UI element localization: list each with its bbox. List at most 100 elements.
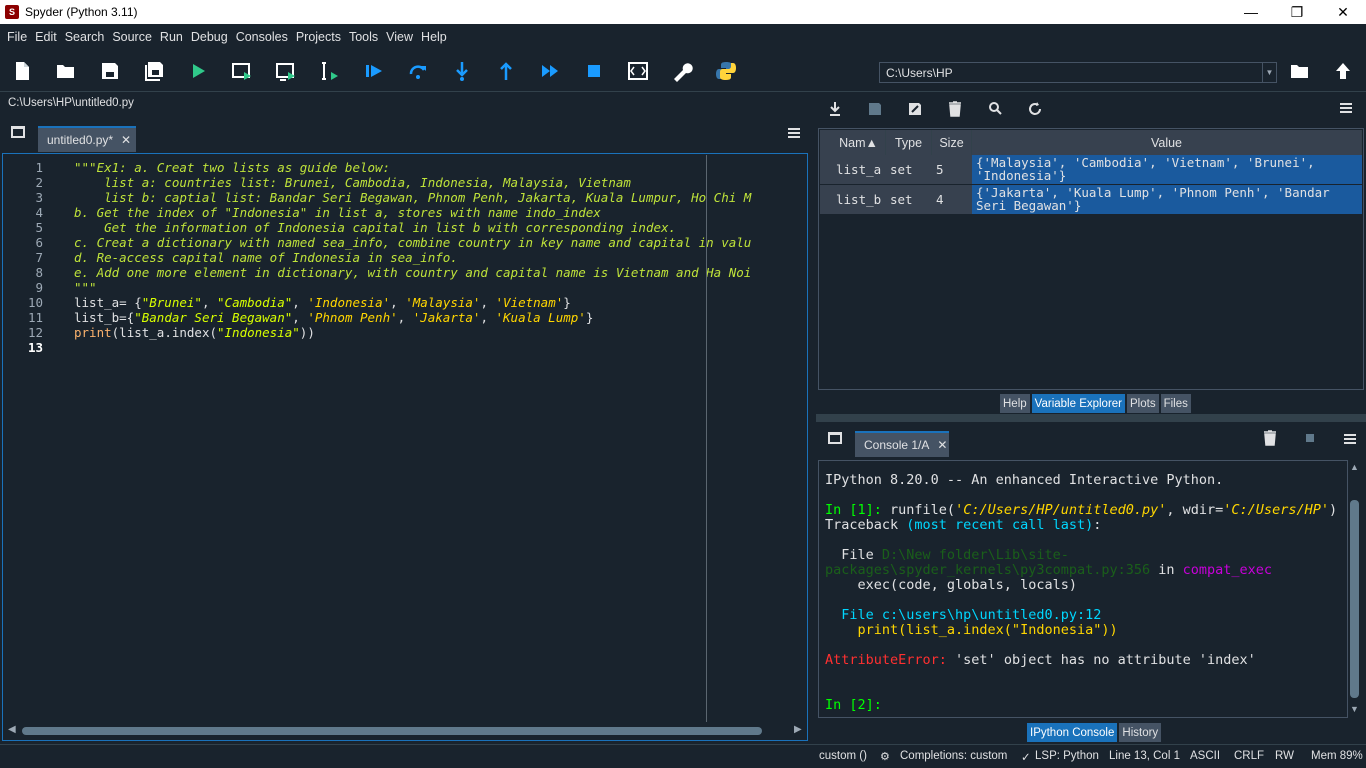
status-eol: CRLF [1234,750,1265,762]
working-directory-combobox[interactable]: C:\Users\HP ▼ [879,62,1277,83]
code-line: e. Add one more element in dictionary, w… [74,265,752,280]
search-icon[interactable] [988,101,1002,117]
error-message: AttributeError: 'set' object has no attr… [825,652,1256,668]
console-prompt[interactable]: In [2]: [825,697,882,713]
tab-ipython-console[interactable]: IPython Console [1027,723,1118,742]
tab-files[interactable]: Files [1160,394,1191,413]
menu-consoles[interactable]: Consoles [232,30,292,44]
scroll-left-icon[interactable]: ◀ [8,724,16,735]
parent-directory-icon[interactable] [1330,58,1356,84]
code-line: d. Re-access capital name of Indonesia i… [74,250,458,265]
editor-horizontal-scrollbar[interactable]: ◀ ▶ [4,723,805,739]
step-into-icon[interactable] [449,58,475,84]
row-header[interactable] [820,155,832,184]
browse-folder-icon[interactable] [1287,58,1313,84]
menu-tools[interactable]: Tools [345,30,382,44]
tab-plots[interactable]: Plots [1127,394,1159,413]
title-bar: S Spyder (Python 3.11) — ❐ ✕ [0,0,1366,24]
maximize-button[interactable]: ❐ [1274,0,1320,24]
close-tab-icon[interactable]: ✕ [121,133,131,147]
close-window-button[interactable]: ✕ [1320,0,1366,24]
column-header-type[interactable]: Type [886,130,932,156]
status-environment[interactable]: custom () [819,750,867,762]
var-name-cell: list_a [832,155,886,184]
table-row[interactable]: list_a set 5 {'Malaysia', 'Cambodia', 'V… [832,155,1362,185]
browse-tabs-icon[interactable] [11,126,25,138]
stop-debug-icon[interactable] [581,58,607,84]
code-line: """ [74,280,97,295]
menu-view[interactable]: View [382,30,417,44]
column-header-size[interactable]: Size [932,130,972,156]
save-data-as-icon[interactable] [908,101,922,117]
menu-projects[interactable]: Projects [292,30,345,44]
menu-search[interactable]: Search [61,30,109,44]
run-cell-advance-icon[interactable] [273,58,299,84]
run-selection-icon[interactable] [317,58,343,84]
menu-help[interactable]: Help [417,30,451,44]
tab-console[interactable]: Console 1/A ✕ [855,431,949,457]
menu-bar: File Edit Search Source Run Debug Consol… [0,24,1366,50]
console-vertical-scrollbar[interactable]: ▲ ▼ [1348,462,1362,716]
lsp-check-icon: ✓ [1021,752,1031,764]
menu-edit[interactable]: Edit [31,30,61,44]
tab-variable-explorer[interactable]: Variable Explorer [1031,394,1126,413]
table-row[interactable]: list_b set 4 {'Jakarta', 'Kuala Lump', '… [832,185,1362,215]
menu-debug[interactable]: Debug [187,30,232,44]
browse-tabs-icon[interactable] [828,432,842,444]
editor-options-menu-icon[interactable] [788,128,800,138]
step-over-icon[interactable] [405,58,431,84]
save-icon[interactable] [97,58,123,84]
scroll-right-icon[interactable]: ▶ [794,724,802,735]
column-header-value[interactable]: Value [972,130,1362,156]
menu-source[interactable]: Source [108,30,156,44]
traceback-code: print(list_a.index("Indonesia")) [825,622,1118,638]
options-menu-icon[interactable] [1344,434,1356,444]
code-line: list_a= {"Brunei", "Cambodia", 'Indonesi… [74,295,571,310]
column-header-name[interactable]: Nam▲ [832,130,886,156]
row-header[interactable] [820,185,832,214]
editor-file-path: C:\Users\HP\untitled0.py [8,97,134,109]
menu-run[interactable]: Run [156,30,187,44]
completions-icon: ⚙ [880,751,890,763]
refresh-icon[interactable] [1028,101,1042,117]
import-data-icon[interactable] [828,101,842,117]
maximize-pane-icon[interactable] [625,58,651,84]
scroll-up-icon[interactable]: ▲ [1350,462,1359,472]
run-icon[interactable] [185,58,211,84]
save-all-icon[interactable] [141,58,167,84]
continue-icon[interactable] [537,58,563,84]
step-return-icon[interactable] [493,58,519,84]
code-line: list a: countries list: Brunei, Cambodia… [74,175,631,190]
debug-icon[interactable] [361,58,387,84]
menu-file[interactable]: File [3,30,31,44]
scrollbar-thumb[interactable] [1350,500,1359,698]
options-menu-icon[interactable] [1340,103,1352,113]
clear-console-trash-icon[interactable] [1263,430,1277,446]
chevron-down-icon[interactable]: ▼ [1262,63,1276,82]
status-bar: custom () ⚙ Completions: custom ✓ LSP: P… [0,744,1366,768]
python-path-icon[interactable] [713,58,739,84]
lower-pane-tabs: IPython Console History [1027,723,1162,742]
tab-history[interactable]: History [1119,723,1162,742]
save-data-icon[interactable] [868,101,882,117]
editor-vertical-scrollbar[interactable] [792,155,806,722]
code-area[interactable]: """Ex1: a. Creat two lists as guide belo… [70,155,792,722]
tab-untitled0[interactable]: untitled0.py* ✕ [38,126,136,152]
current-line-number: 13 [27,340,43,355]
close-tab-icon[interactable]: ✕ [937,438,947,452]
preferences-wrench-icon[interactable] [669,58,695,84]
scrollbar-thumb[interactable] [22,727,762,735]
stop-kernel-icon[interactable] [1306,434,1314,442]
code-line: """Ex1: a. Creat two lists as guide belo… [74,160,391,175]
open-file-icon[interactable] [53,58,79,84]
pane-splitter[interactable] [816,414,1366,422]
delete-all-icon[interactable] [948,101,962,117]
scroll-down-icon[interactable]: ▼ [1350,704,1359,714]
console-input-line: In [1]: runfile('C:/Users/HP/untitled0.p… [825,502,1338,518]
minimize-button[interactable]: — [1228,0,1274,24]
var-size-cell: 4 [932,185,972,214]
run-cell-icon[interactable] [229,58,255,84]
new-file-icon[interactable] [9,58,35,84]
traceback-code: exec(code, globals, locals) [825,577,1077,593]
tab-help[interactable]: Help [1000,394,1030,413]
